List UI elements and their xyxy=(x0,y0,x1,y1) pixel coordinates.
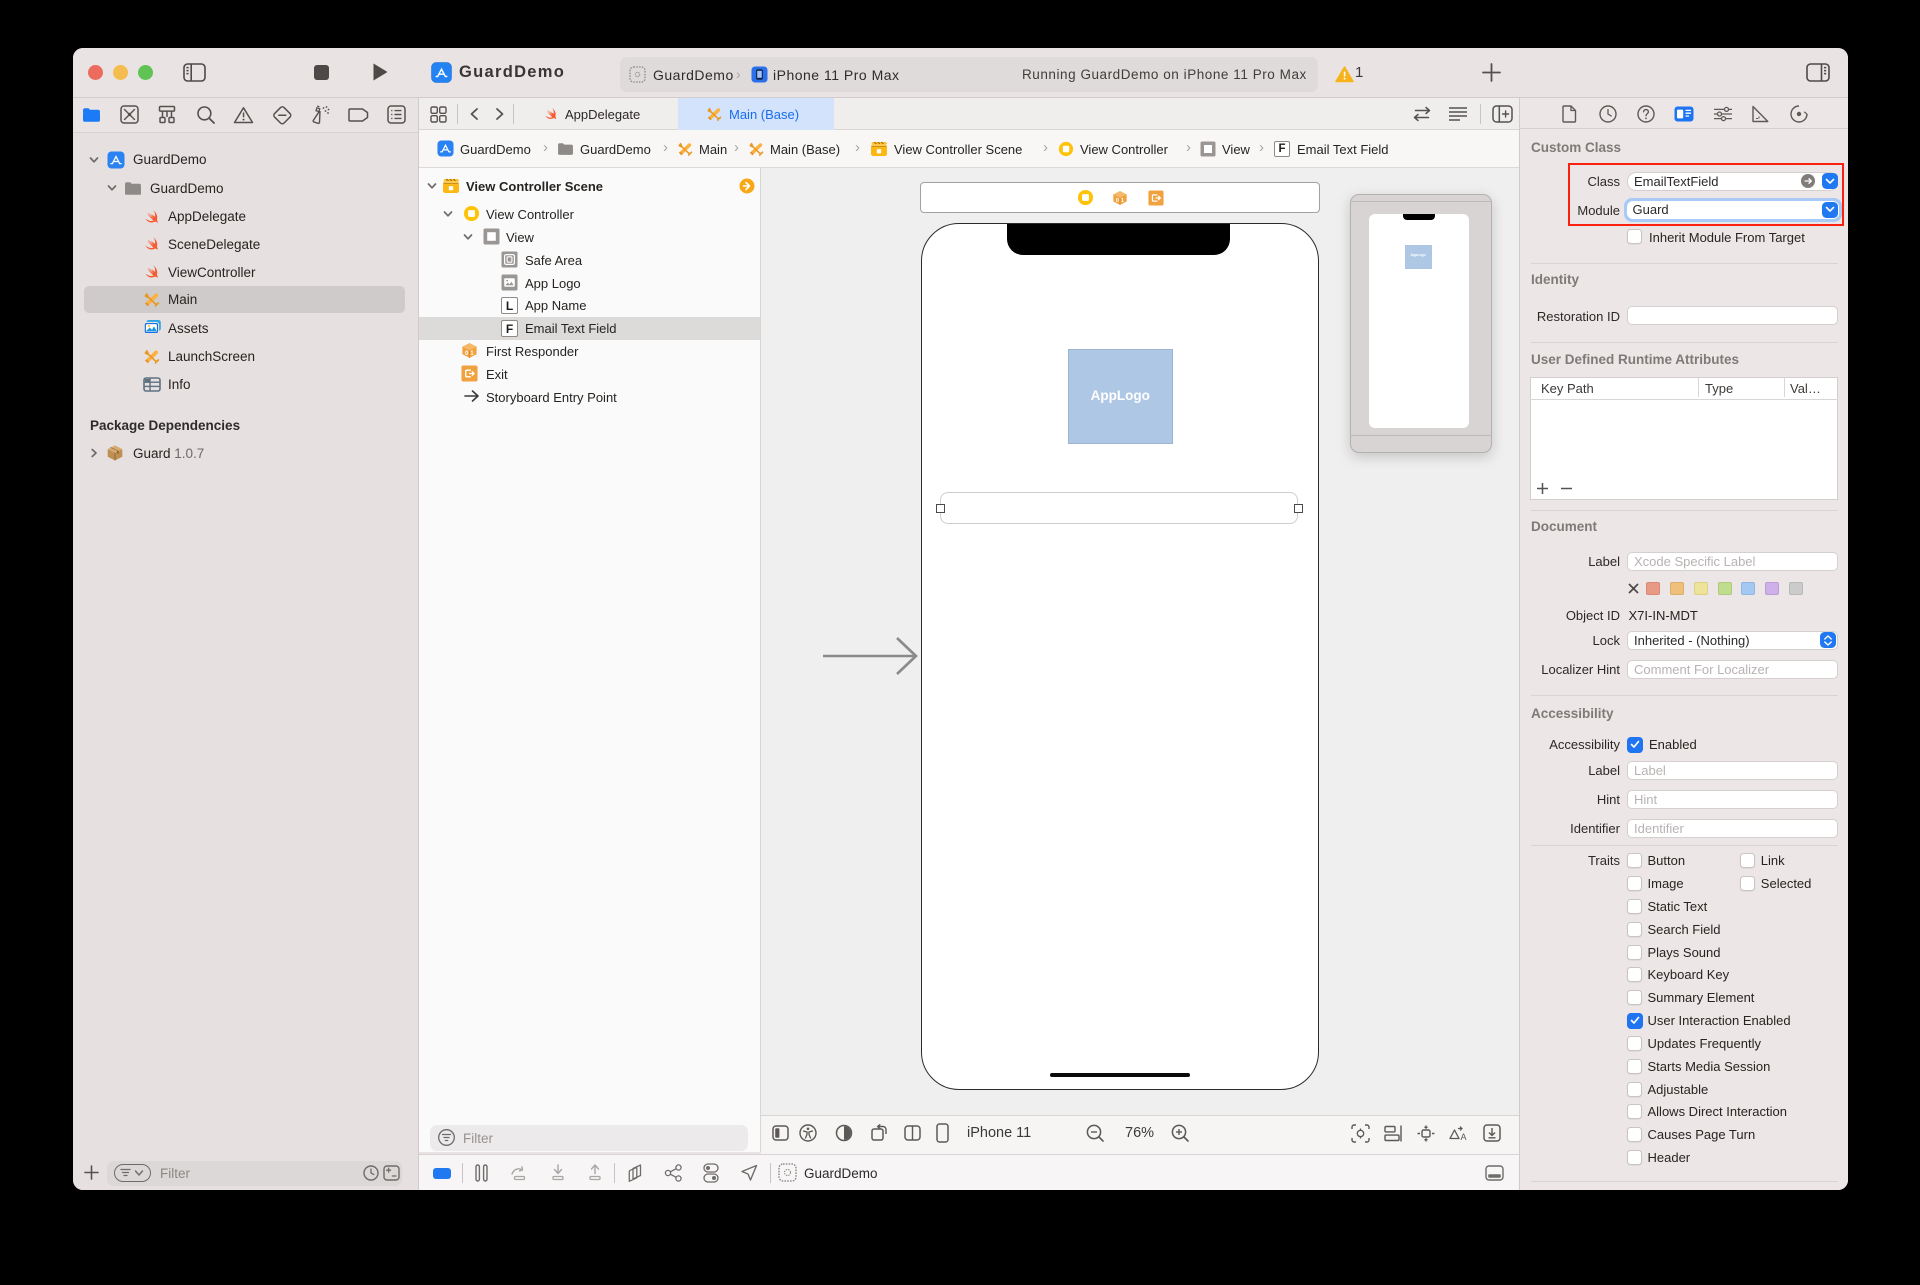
svg-text:A: A xyxy=(1461,1132,1467,1142)
